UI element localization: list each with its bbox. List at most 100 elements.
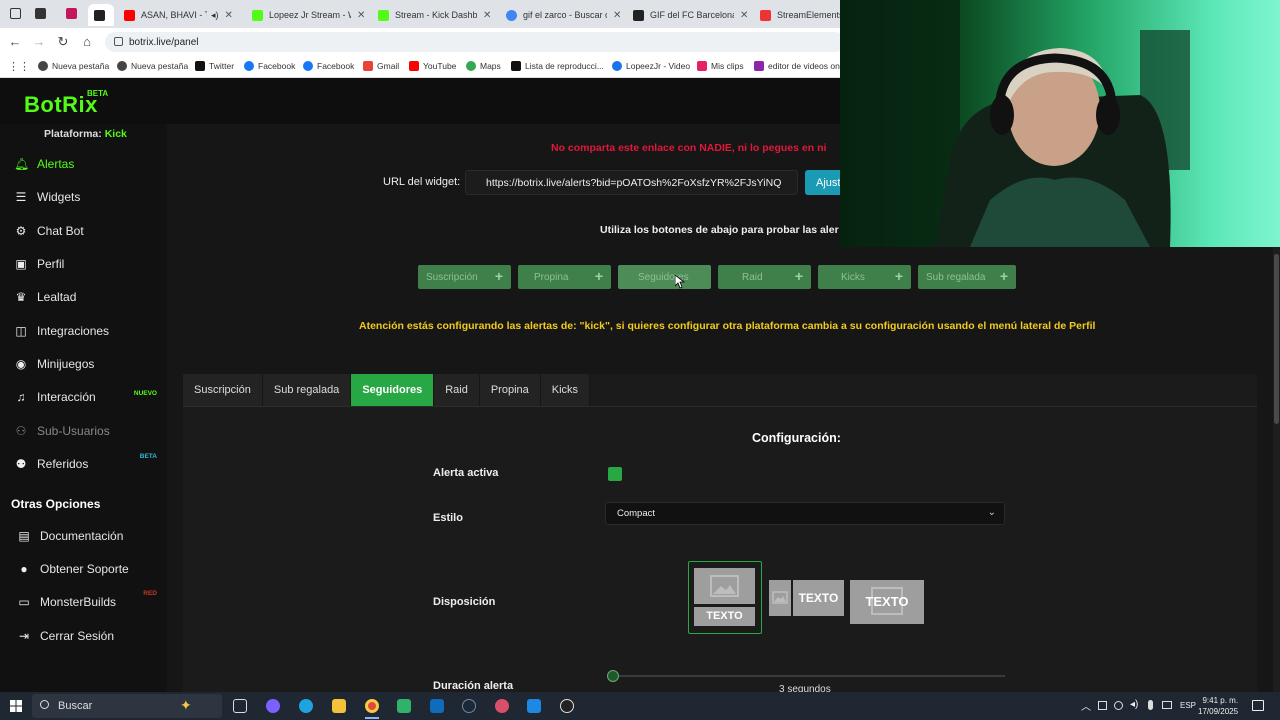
duration-slider-track[interactable] — [612, 675, 1005, 677]
bookmark[interactable]: Twitter — [195, 61, 234, 71]
tab-raid[interactable]: Raid — [434, 374, 480, 406]
reload-icon[interactable]: ↻ — [55, 34, 71, 50]
close-tab-icon[interactable]: ✕ — [225, 10, 233, 21]
close-tab-icon[interactable]: ✕ — [483, 10, 491, 21]
image-placeholder-icon — [769, 580, 791, 616]
file-explorer-icon[interactable] — [332, 699, 346, 713]
sidebar-item-lealtad[interactable]: ♛ Lealtad — [0, 282, 167, 312]
tray-app-icon[interactable] — [1098, 701, 1107, 710]
window-menu-icon[interactable] — [10, 8, 21, 19]
test-instructions: Utiliza los botones de abajo para probar… — [600, 224, 839, 236]
bookmark[interactable]: LopeezJr - Video — [612, 61, 690, 71]
alert-config-panel: Suscripción Sub regalada Seguidores Raid… — [183, 374, 1257, 695]
sidebar-item-alertas[interactable]: 🔔︎ Alertas — [0, 149, 167, 179]
layout-option-image-left[interactable]: TEXTO — [769, 580, 844, 616]
browser-tab[interactable]: gif el zarco - Buscar co ✕ — [500, 4, 627, 26]
tray-chevron-up-icon[interactable]: ︿ — [1081, 698, 1091, 713]
discord-icon[interactable] — [495, 699, 509, 713]
apps-grid-icon[interactable]: ⋮⋮ — [8, 60, 30, 73]
test-raid-button[interactable]: Raid + — [718, 265, 811, 289]
speaker-icon[interactable]: ◂) — [1130, 699, 1138, 710]
tab-suscripcion[interactable]: Suscripción — [183, 374, 263, 406]
sidebar-item-label: Cerrar Sesión — [40, 629, 115, 643]
layout-option-image-top[interactable]: TEXTO — [688, 561, 762, 634]
sidebar-item-sub-usuarios[interactable]: ⚇ Sub-Usuarios — [0, 416, 167, 446]
sidebar-item-cerrar-sesion[interactable]: ⇥ Cerrar Sesión — [0, 621, 167, 651]
tab-kicks[interactable]: Kicks — [540, 374, 591, 406]
tab-seguidores[interactable]: Seguidores — [351, 374, 435, 406]
alert-active-checkbox[interactable] — [608, 467, 622, 481]
taskbar-clock[interactable]: 9:41 p. m. 17/09/2025 — [1198, 695, 1238, 717]
tab-sub-regalada[interactable]: Sub regalada — [262, 374, 352, 406]
sidebar-item-perfil[interactable]: ▣ Perfil — [0, 249, 167, 279]
bookmark[interactable]: Lista de reproducci... — [511, 61, 604, 71]
language-indicator[interactable]: ESP — [1180, 701, 1196, 710]
chrome-icon[interactable] — [365, 699, 379, 713]
bookmark[interactable]: Facebook — [244, 61, 295, 71]
sidebar-item-minijuegos[interactable]: ◉ Minijuegos — [0, 349, 167, 379]
bookmark[interactable]: Mis clips — [697, 61, 744, 71]
bookmark[interactable]: YouTube — [409, 61, 456, 71]
sidebar-item-integraciones[interactable]: ◫ Integraciones — [0, 316, 167, 346]
pinned-tab-icon[interactable] — [66, 8, 77, 19]
tab-botrix[interactable] — [88, 4, 114, 26]
notifications-icon[interactable] — [1252, 700, 1264, 711]
edge-icon[interactable] — [299, 699, 313, 713]
taskbar-search[interactable]: Buscar ✦ — [32, 694, 222, 718]
bookmark[interactable]: Facebook — [303, 61, 354, 71]
close-tab-icon[interactable]: ✕ — [357, 10, 365, 21]
sidebar-item-chat-bot[interactable]: ⚙ Chat Bot — [0, 216, 167, 246]
tab-label: ASAN, BHAVI - TE — [141, 10, 207, 20]
duration-slider-handle[interactable] — [607, 670, 619, 682]
widget-url-input[interactable]: https://botrix.live/alerts?bid=pOATOsh%2… — [465, 170, 798, 195]
network-icon[interactable] — [1162, 701, 1172, 709]
copilot-icon[interactable] — [266, 699, 280, 713]
tab-propina[interactable]: Propina — [479, 374, 541, 406]
scrollbar-thumb[interactable] — [1274, 254, 1279, 424]
url-field[interactable]: botrix.live/panel — [105, 32, 845, 52]
test-tip-button[interactable]: Propina + — [518, 265, 611, 289]
style-select[interactable]: Compact ⌄ — [605, 502, 1005, 525]
test-kicks-button[interactable]: Kicks + — [818, 265, 911, 289]
sidebar-item-soporte[interactable]: ● Obtener Soporte — [0, 554, 167, 584]
sidebar-item-interaccion[interactable]: ♫ Interacción NUEVO — [0, 382, 167, 412]
streamelements-favicon-icon — [760, 9, 771, 21]
sidebar-item-widgets[interactable]: ☰ Widgets — [0, 182, 167, 212]
sidebar-item-label: Minijuegos — [37, 357, 95, 371]
close-tab-icon[interactable]: ✕ — [740, 10, 748, 21]
site-info-icon[interactable] — [114, 37, 123, 46]
test-gift-sub-button[interactable]: Sub regalada + — [918, 265, 1016, 289]
steam-icon[interactable] — [462, 699, 476, 713]
sidebar: Plataforma: Kick 🔔︎ Alertas ☰ Widgets ⚙ … — [0, 124, 167, 692]
bookmark[interactable]: Maps — [466, 61, 501, 71]
layout-option-text-overlay[interactable]: TEXTO — [850, 580, 924, 624]
test-followers-button[interactable]: Seguidores — [618, 265, 711, 289]
tab-switcher-icon[interactable] — [35, 8, 46, 19]
bookmark[interactable]: Gmail — [363, 61, 399, 71]
sidebar-item-monsterbuilds[interactable]: ▭ MonsterBuilds RED — [0, 587, 167, 617]
outlook-icon[interactable] — [430, 699, 444, 713]
browser-tab[interactable]: GIF del FC Barcelona ti ✕ — [627, 4, 754, 26]
sidebar-item-referidos[interactable]: ⚉ Referidos BETA — [0, 449, 167, 479]
forward-icon[interactable]: → — [31, 34, 47, 49]
bookmark[interactable]: editor de videos onl — [754, 61, 842, 71]
task-view-icon[interactable] — [233, 699, 247, 713]
sidebar-item-documentacion[interactable]: ▤ Documentación — [0, 521, 167, 551]
store-icon[interactable] — [397, 699, 411, 713]
bookmark[interactable]: Nueva pestaña — [117, 61, 188, 71]
browser-tab[interactable]: Stream - Kick Dashbo ✕ — [372, 4, 497, 26]
close-tab-icon[interactable]: ✕ — [613, 10, 621, 21]
google-favicon-icon — [506, 9, 517, 21]
back-icon[interactable]: ← — [7, 34, 23, 49]
home-icon[interactable]: ⌂ — [79, 34, 95, 49]
tray-app-icon[interactable] — [1114, 701, 1123, 710]
sidebar-item-label: Interacción — [37, 390, 96, 404]
browser-tab[interactable]: Lopeez Jr Stream - Wa ✕ — [246, 4, 371, 26]
browser-tab[interactable]: ASAN, BHAVI - TE ◂) ✕ — [118, 4, 239, 26]
vscode-icon[interactable] — [527, 699, 541, 713]
microphone-icon[interactable] — [1148, 700, 1153, 710]
windows-start-icon[interactable] — [10, 700, 22, 712]
test-subscription-button[interactable]: Suscripción + — [418, 265, 511, 289]
bookmark[interactable]: Nueva pestaña — [38, 61, 109, 71]
obs-icon[interactable] — [560, 699, 574, 713]
